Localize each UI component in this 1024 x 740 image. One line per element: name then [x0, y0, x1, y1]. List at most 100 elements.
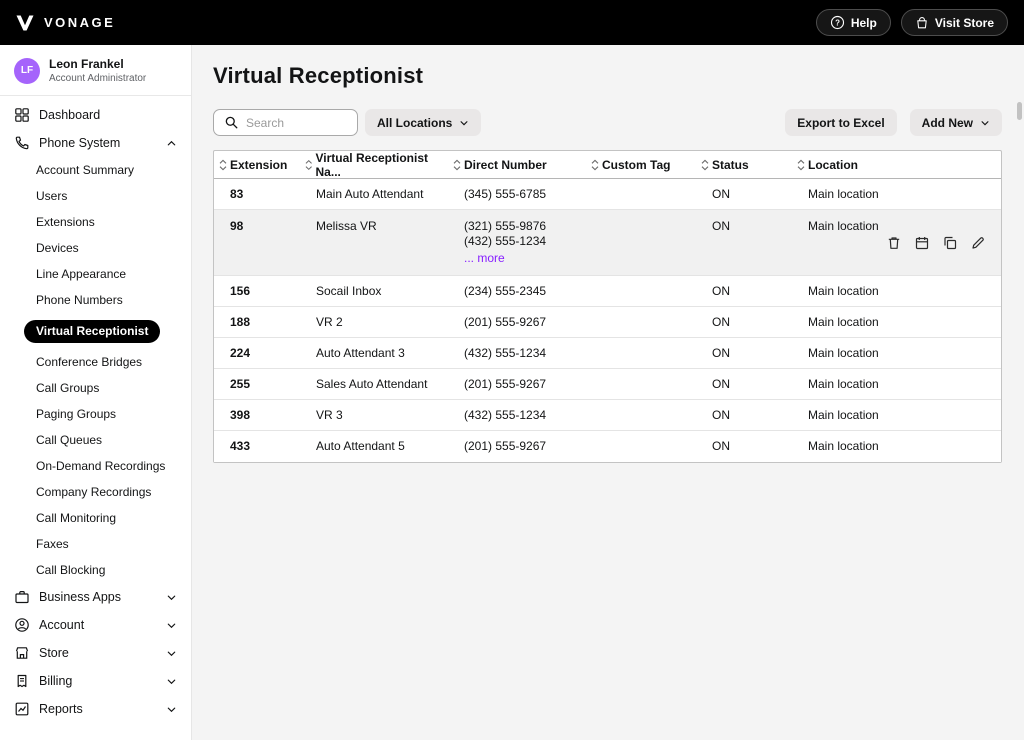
cell-direct-number: (234) 555-2345 [448, 284, 586, 299]
cell-status: ON [696, 346, 792, 361]
sidebar-item-call-groups[interactable]: Call Groups [0, 375, 191, 401]
sidebar-item-business-apps[interactable]: Business Apps [0, 583, 191, 611]
cell-direct-number: (201) 555-9267 [448, 439, 586, 454]
search-box[interactable] [213, 109, 358, 136]
column-header-custom-tag[interactable]: Custom Tag [586, 158, 696, 172]
user-name: Leon Frankel [49, 57, 146, 71]
sidebar-item-conference-bridges[interactable]: Conference Bridges [0, 349, 191, 375]
sidebar-item-on-demand-recordings[interactable]: On-Demand Recordings [0, 453, 191, 479]
calendar-icon[interactable] [913, 234, 931, 252]
chevron-down-icon [980, 118, 990, 128]
sidebar-item-label: Phone System [39, 136, 157, 150]
table-row[interactable]: 83 Main Auto Attendant (345) 555-6785 ON… [214, 179, 1001, 210]
sidebar-item-virtual-receptionist[interactable]: Virtual Receptionist [0, 313, 191, 349]
receipt-icon [14, 673, 30, 689]
top-bar: VONAGE ? Help Visit Store [0, 0, 1024, 45]
briefcase-icon [14, 589, 30, 605]
cell-name: Melissa VR [300, 219, 448, 234]
cell-location: Main location [792, 346, 1001, 361]
sidebar-item-phone-system[interactable]: Phone System [0, 129, 191, 157]
chevron-up-icon [166, 138, 177, 149]
column-header-direct-number[interactable]: Direct Number [448, 158, 586, 172]
chevron-down-icon [166, 592, 177, 603]
trash-icon[interactable] [885, 234, 903, 252]
chevron-down-icon [166, 620, 177, 631]
sidebar-item-label: Account [39, 618, 157, 632]
user-circle-icon [14, 617, 30, 633]
table-row[interactable]: 255 Sales Auto Attendant (201) 555-9267 … [214, 369, 1001, 400]
cell-location: Main location [792, 284, 1001, 299]
sidebar-item-call-blocking[interactable]: Call Blocking [0, 557, 191, 583]
phone-icon [14, 135, 30, 151]
sidebar-item-devices[interactable]: Devices [0, 235, 191, 261]
sidebar-item-billing[interactable]: Billing [0, 667, 191, 695]
cell-extension: 398 [214, 408, 300, 423]
vonage-logo[interactable]: VONAGE [16, 15, 115, 31]
visit-store-label: Visit Store [935, 16, 994, 30]
table-row[interactable]: 398 VR 3 (432) 555-1234 ON Main location [214, 400, 1001, 431]
cell-name: Sales Auto Attendant [300, 377, 448, 392]
help-label: Help [851, 16, 877, 30]
copy-icon[interactable] [941, 234, 959, 252]
cell-direct-number: (345) 555-6785 [448, 187, 586, 202]
column-header-extension[interactable]: Extension [214, 158, 300, 172]
cell-direct-number: (201) 555-9267 [448, 315, 586, 330]
cell-direct-number: (432) 555-1234 [448, 346, 586, 361]
cell-status: ON [696, 377, 792, 392]
sort-icon [453, 159, 461, 171]
sidebar-item-faxes[interactable]: Faxes [0, 531, 191, 557]
cell-direct-number: (321) 555-9876 (432) 555-1234 ... more [448, 219, 586, 266]
user-profile[interactable]: LF Leon Frankel Account Administrator [0, 45, 191, 96]
sidebar-item-account[interactable]: Account [0, 611, 191, 639]
table-row[interactable]: 156 Socail Inbox (234) 555-2345 ON Main … [214, 276, 1001, 307]
sidebar-item-company-recordings[interactable]: Company Recordings [0, 479, 191, 505]
sidebar-item-paging-groups[interactable]: Paging Groups [0, 401, 191, 427]
sidebar-item-users[interactable]: Users [0, 183, 191, 209]
table-row[interactable]: 433 Auto Attendant 5 (201) 555-9267 ON M… [214, 431, 1001, 462]
search-icon [224, 115, 239, 130]
sidebar-item-reports[interactable]: Reports [0, 695, 191, 723]
sort-icon [701, 159, 709, 171]
search-input[interactable] [246, 116, 347, 130]
cell-name: VR 3 [300, 408, 448, 423]
sidebar-item-account-summary[interactable]: Account Summary [0, 157, 191, 183]
location-filter-button[interactable]: All Locations [365, 109, 481, 136]
sidebar-item-store[interactable]: Store [0, 639, 191, 667]
cell-location: Main location [792, 408, 1001, 423]
row-actions [885, 234, 987, 252]
sidebar-item-line-appearance[interactable]: Line Appearance [0, 261, 191, 287]
receptionist-table: Extension Virtual Receptionist Na... Dir… [213, 150, 1002, 463]
cell-extension: 224 [214, 346, 300, 361]
cell-location: Main location [792, 219, 1001, 234]
sidebar-item-label: Reports [39, 702, 157, 716]
table-row-highlighted[interactable]: 98 Melissa VR (321) 555-9876 (432) 555-1… [214, 210, 1001, 276]
sidebar-item-extensions[interactable]: Extensions [0, 209, 191, 235]
cell-status: ON [696, 219, 792, 234]
edit-pencil-icon[interactable] [969, 234, 987, 252]
add-new-label: Add New [922, 116, 973, 130]
table-row[interactable]: 224 Auto Attendant 3 (432) 555-1234 ON M… [214, 338, 1001, 369]
sidebar-item-call-monitoring[interactable]: Call Monitoring [0, 505, 191, 531]
visit-store-button[interactable]: Visit Store [901, 9, 1008, 36]
table-row[interactable]: 188 VR 2 (201) 555-9267 ON Main location [214, 307, 1001, 338]
scrollbar-thumb[interactable] [1017, 102, 1022, 120]
chevron-down-icon [166, 648, 177, 659]
svg-text:?: ? [835, 18, 840, 27]
sidebar-item-dashboard[interactable]: Dashboard [0, 101, 191, 129]
column-header-name[interactable]: Virtual Receptionist Na... [300, 151, 448, 179]
sort-icon [591, 159, 599, 171]
sidebar-item-phone-numbers[interactable]: Phone Numbers [0, 287, 191, 313]
export-label: Export to Excel [797, 116, 884, 130]
cell-extension: 156 [214, 284, 300, 299]
column-header-status[interactable]: Status [696, 158, 792, 172]
more-numbers-link[interactable]: ... more [464, 251, 586, 266]
help-button[interactable]: ? Help [816, 9, 891, 36]
column-header-location[interactable]: Location [792, 158, 1001, 172]
sidebar-item-label: Business Apps [39, 590, 157, 604]
sidebar-item-label: Billing [39, 674, 157, 688]
sidebar-item-call-queues[interactable]: Call Queues [0, 427, 191, 453]
export-to-excel-button[interactable]: Export to Excel [785, 109, 896, 136]
cell-extension: 255 [214, 377, 300, 392]
help-icon: ? [830, 15, 845, 30]
add-new-button[interactable]: Add New [910, 109, 1002, 136]
